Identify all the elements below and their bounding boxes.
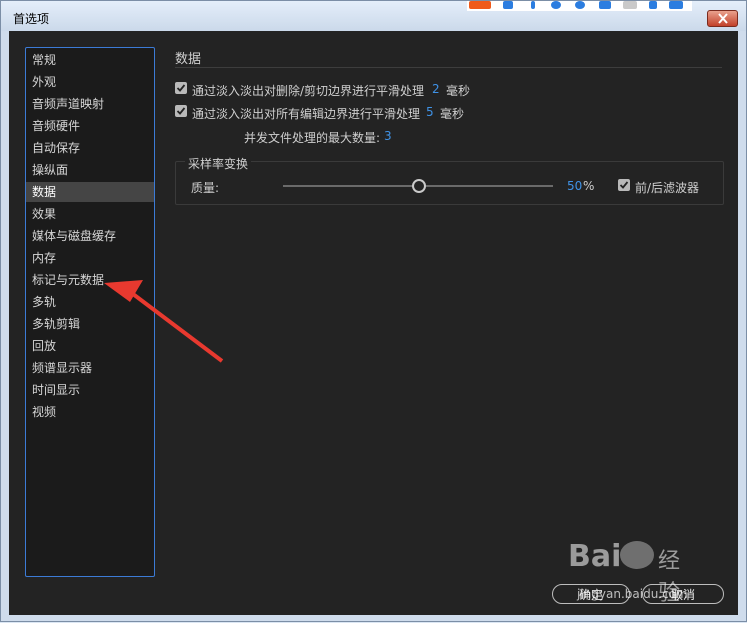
watermark-brand: Bai [568,539,622,574]
preferences-window: 首选项 常规 外观 音频声道映射 音频硬件 自动保存 操纵面 数据 效果 媒体与磁盘缓存 内存 标记… [0,0,747,622]
annotation-arrow [104,280,224,363]
paw-icon [620,541,654,569]
arrow-shaft [131,292,224,363]
watermark-url: jingyan.baidu.com [577,587,688,601]
